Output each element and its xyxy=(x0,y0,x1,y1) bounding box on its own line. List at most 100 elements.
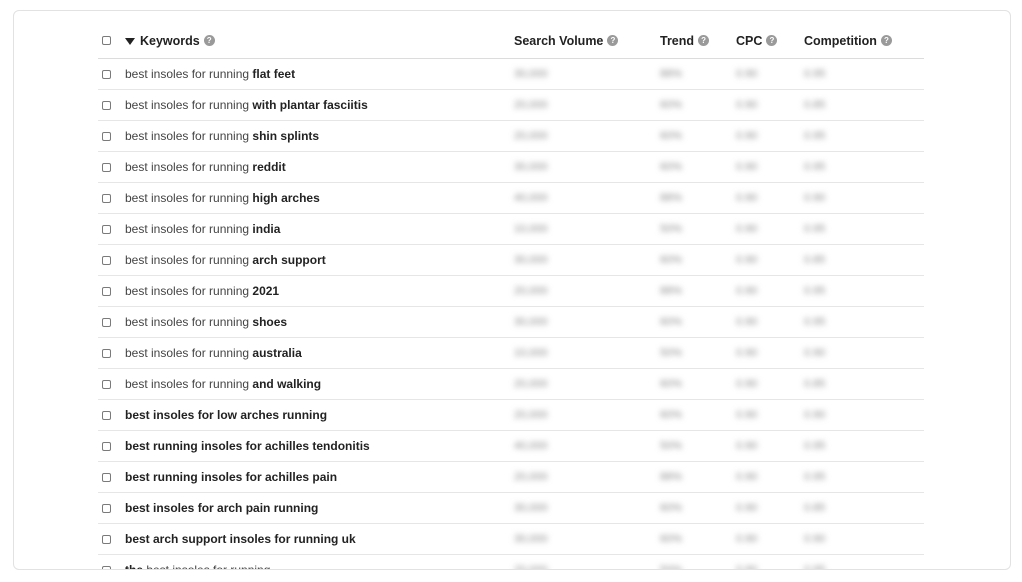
trend-value: 60% xyxy=(660,161,683,173)
cpc-cell: 0.90 xyxy=(736,400,757,430)
cpc-cell: 0.90 xyxy=(736,431,757,461)
help-icon[interactable]: ? xyxy=(607,35,619,46)
search-volume-header[interactable]: Search Volume ? xyxy=(514,23,619,58)
cpc-value: 0.90 xyxy=(736,254,758,266)
competition-value: 0.95 xyxy=(804,68,826,80)
row-checkbox[interactable] xyxy=(102,131,111,141)
keyword-cell[interactable]: best running insoles for achilles tendon… xyxy=(125,431,370,461)
keyword-cell[interactable]: best insoles for running india xyxy=(125,214,280,244)
competition-cell: 0.90 xyxy=(804,338,825,368)
keyword-cell[interactable]: best insoles for running reddit xyxy=(125,152,286,182)
keyword-cell[interactable]: best insoles for running shoes xyxy=(125,307,287,337)
keyword-cell[interactable]: the best insoles for running xyxy=(125,555,270,569)
keyword-cell[interactable]: best insoles for running australia xyxy=(125,338,302,368)
search-volume-value: 30,000 xyxy=(514,254,548,266)
search-volume-value: 20,000 xyxy=(514,409,548,421)
competition-value: 0.85 xyxy=(804,378,826,390)
row-select-cell xyxy=(102,276,111,306)
keyword-modifier: best insoles for arch pain running xyxy=(125,501,319,515)
row-checkbox[interactable] xyxy=(102,503,111,513)
trend-cell: 60% xyxy=(660,90,682,120)
competition-cell: 0.95 xyxy=(804,214,825,244)
keywords-header[interactable]: Keywords ? xyxy=(125,23,215,58)
trend-value: 50% xyxy=(660,564,683,570)
cpc-value: 0.90 xyxy=(736,68,758,80)
competition-header-label: Competition xyxy=(804,33,877,48)
competition-value: 0.85 xyxy=(804,254,826,266)
competition-value: 0.95 xyxy=(804,564,826,570)
keyword-cell[interactable]: best insoles for running and walking xyxy=(125,369,321,399)
row-checkbox[interactable] xyxy=(102,224,111,234)
row-checkbox[interactable] xyxy=(102,286,111,296)
keyword-cell[interactable]: best insoles for running 2021 xyxy=(125,276,279,306)
row-checkbox[interactable] xyxy=(102,565,111,569)
keyword-modifier: flat feet xyxy=(252,67,296,81)
trend-cell: 88% xyxy=(660,462,682,492)
keyword-cell[interactable]: best arch support insoles for running uk xyxy=(125,524,356,554)
keyword-seed: best insoles for running xyxy=(125,129,253,143)
trend-cell: 50% xyxy=(660,214,682,244)
help-icon[interactable]: ? xyxy=(698,35,710,46)
trend-value: 50% xyxy=(660,440,683,452)
table-row: best insoles for arch pain running 30,000… xyxy=(98,493,924,524)
cpc-cell: 0.90 xyxy=(736,524,757,554)
competition-value: 0.85 xyxy=(804,502,826,514)
row-checkbox[interactable] xyxy=(102,69,111,79)
keyword-cell[interactable]: best insoles for running arch support xyxy=(125,245,326,275)
row-checkbox[interactable] xyxy=(102,100,111,110)
keyword-cell[interactable]: best insoles for running flat feet xyxy=(125,59,295,89)
competition-cell: 0.95 xyxy=(804,431,825,461)
keyword-cell[interactable]: best insoles for running shin splints xyxy=(125,121,319,151)
cpc-cell: 0.90 xyxy=(736,555,758,570)
trend-cell: 50% xyxy=(660,338,682,368)
keyword-seed: best insoles for running xyxy=(125,253,253,267)
keyword-cell[interactable]: best insoles for running high arches xyxy=(125,183,320,213)
keyword-cell[interactable]: best insoles for running with plantar fa… xyxy=(125,90,368,120)
row-checkbox[interactable] xyxy=(102,379,111,389)
keyword-modifier: best running insoles for achilles pain xyxy=(125,470,338,484)
trend-cell: 88% xyxy=(660,59,682,89)
row-select-cell xyxy=(102,183,111,213)
keyword-cell[interactable]: best running insoles for achilles pain xyxy=(125,462,337,492)
row-checkbox[interactable] xyxy=(102,255,111,265)
trend-cell: 60% xyxy=(660,400,682,430)
search-volume-cell: 30,000 xyxy=(514,493,548,523)
keyword-seed: best insoles for running xyxy=(125,160,253,174)
row-checkbox[interactable] xyxy=(102,193,111,203)
row-checkbox[interactable] xyxy=(102,317,111,327)
row-select-cell xyxy=(102,462,111,492)
search-volume-value: 40,000 xyxy=(514,192,548,204)
cpc-value: 0.90 xyxy=(736,409,758,421)
sort-desc-icon[interactable] xyxy=(125,37,135,45)
row-checkbox[interactable] xyxy=(102,348,111,358)
search-volume-cell: 30,000 xyxy=(514,59,548,89)
row-checkbox[interactable] xyxy=(102,472,111,482)
help-icon[interactable]: ? xyxy=(880,35,892,46)
select-all-checkbox[interactable] xyxy=(102,36,111,45)
help-icon[interactable]: ? xyxy=(203,35,215,46)
keyword-cell[interactable]: best insoles for arch pain running xyxy=(125,493,318,523)
cpc-header[interactable]: CPC ? xyxy=(736,23,778,58)
cpc-value: 0.90 xyxy=(736,533,758,545)
search-volume-value: 30,000 xyxy=(514,316,548,328)
cpc-value: 0.90 xyxy=(736,564,758,570)
row-checkbox[interactable] xyxy=(102,162,111,172)
competition-header[interactable]: Competition ? xyxy=(804,23,892,58)
competition-value: 0.95 xyxy=(804,316,826,328)
row-select-cell xyxy=(102,493,111,523)
keyword-modifier: shoes xyxy=(252,315,288,329)
cpc-cell: 0.90 xyxy=(736,214,757,244)
competition-cell: 0.90 xyxy=(804,524,825,554)
row-checkbox[interactable] xyxy=(102,410,111,420)
cpc-value: 0.90 xyxy=(736,347,758,359)
row-checkbox[interactable] xyxy=(102,534,111,544)
table-row: best insoles for low arches running 20,00… xyxy=(98,400,924,431)
trend-header[interactable]: Trend ? xyxy=(660,23,710,58)
competition-value: 0.85 xyxy=(804,99,826,111)
row-select-cell xyxy=(102,307,111,337)
keyword-cell[interactable]: best insoles for low arches running xyxy=(125,400,327,430)
row-checkbox[interactable] xyxy=(102,441,111,451)
competition-value: 0.90 xyxy=(804,409,826,421)
help-icon[interactable]: ? xyxy=(766,35,778,46)
cpc-cell: 0.90 xyxy=(736,338,757,368)
